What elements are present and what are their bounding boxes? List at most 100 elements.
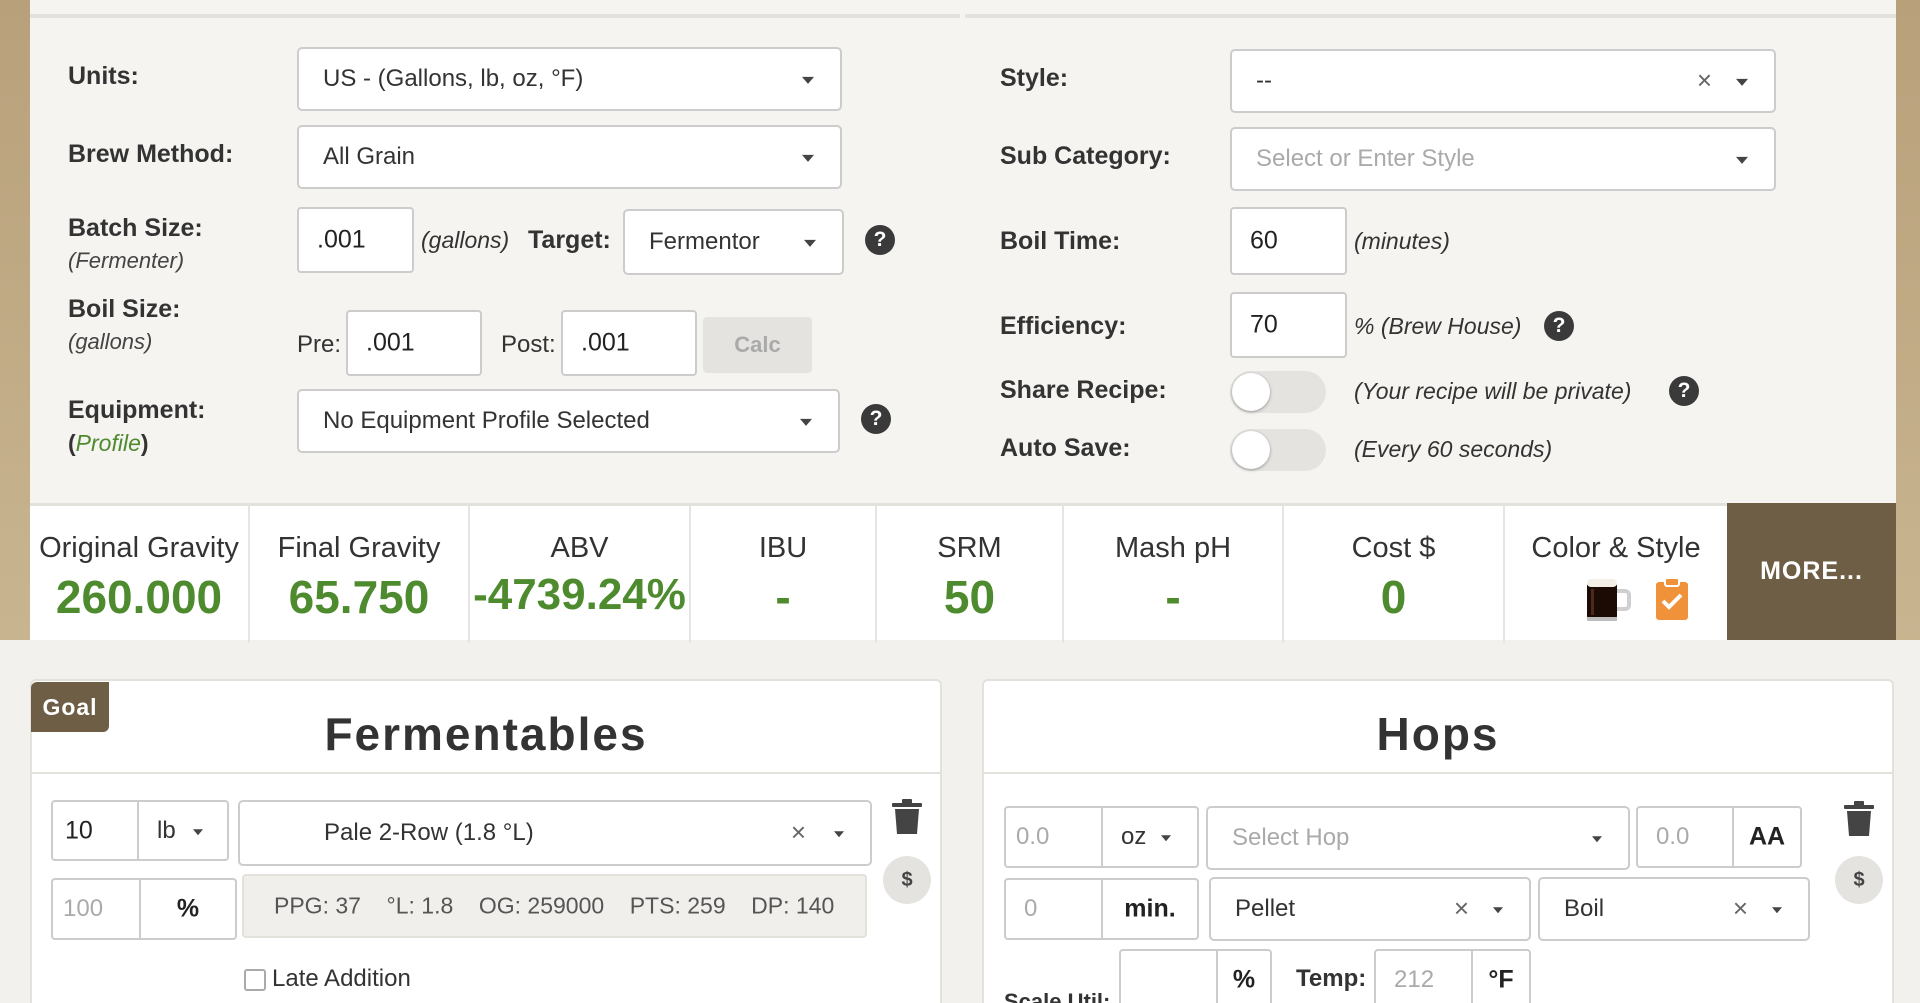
help-icon[interactable]: ?	[865, 225, 895, 255]
stat-color-style: Color & Style	[1505, 506, 1727, 643]
equipment-label: Equipment:	[68, 396, 206, 424]
goal-tag[interactable]: Goal	[31, 682, 109, 732]
stat-label: Color & Style	[1531, 532, 1701, 564]
fermentable-percent-input[interactable]: 100	[51, 878, 141, 940]
chevron-down-icon	[193, 828, 203, 835]
chevron-down-icon	[834, 831, 844, 838]
clear-icon[interactable]: ×	[1733, 893, 1748, 924]
scale-util-input[interactable]	[1119, 949, 1218, 1003]
units-label: Units:	[68, 62, 139, 90]
chevron-down-icon	[1736, 78, 1748, 86]
fermentable-percent-value: 100	[63, 895, 104, 922]
style-check-icon[interactable]	[1654, 576, 1690, 622]
hop-time-unit: min.	[1124, 894, 1176, 923]
hop-form-select[interactable]: Pellet ×	[1209, 877, 1531, 941]
style-select[interactable]: -- ×	[1230, 49, 1776, 113]
brew-method-select[interactable]: All Grain	[297, 125, 842, 189]
stat-key: DP:	[751, 892, 790, 919]
chevron-down-icon	[802, 76, 814, 84]
units-value: US - (Gallons, lb, oz, °F)	[323, 65, 584, 92]
brew-method-label: Brew Method:	[68, 140, 234, 168]
temp-input[interactable]: 212	[1374, 949, 1473, 1003]
stat-key: OG:	[478, 892, 522, 919]
stat-value: -	[775, 571, 791, 623]
hop-aa-addon: AA	[1732, 806, 1802, 868]
stat-label: Original Gravity	[39, 532, 239, 564]
units-select[interactable]: US - (Gallons, lb, oz, °F)	[297, 47, 842, 111]
hop-aa-input[interactable]: 0.0	[1636, 806, 1734, 868]
clear-icon[interactable]: ×	[791, 817, 806, 848]
fermentables-header: Fermentables	[32, 681, 940, 774]
fermentable-cost-button[interactable]: $	[883, 856, 931, 904]
style-label: Style:	[1000, 64, 1069, 92]
boil-pre-input[interactable]: .001	[346, 310, 482, 376]
stat-val: 1.8	[421, 892, 454, 919]
stat-val: 259	[687, 892, 726, 919]
hop-aa-label: AA	[1748, 822, 1786, 851]
more-button[interactable]: MORE...	[1727, 503, 1896, 640]
late-addition-checkbox[interactable]	[244, 969, 266, 991]
auto-save-toggle[interactable]	[1230, 429, 1326, 471]
efficiency-value: 70	[1250, 310, 1278, 339]
share-recipe-toggle[interactable]	[1230, 371, 1326, 413]
auto-save-note: (Every 60 seconds)	[1354, 436, 1553, 462]
stat-value: -4739.24%	[473, 570, 686, 619]
recipe-settings-panel: Units: US - (Gallons, lb, oz, °F) Brew M…	[30, 0, 1896, 503]
stat-value: 50	[943, 571, 996, 623]
help-icon[interactable]: ?	[861, 404, 891, 434]
temp-placeholder: 212	[1394, 966, 1435, 993]
trash-icon[interactable]	[1842, 800, 1876, 838]
fermentable-amount-value: 10	[65, 816, 93, 844]
fermentable-amount-input[interactable]: 10	[51, 800, 139, 861]
boil-time-label: Boil Time:	[1000, 227, 1121, 255]
boil-post-value: .001	[581, 328, 630, 357]
equipment-profile-link[interactable]: Profile	[76, 430, 141, 456]
paren-open: (	[68, 430, 76, 456]
target-value: Fermentor	[649, 228, 760, 255]
equipment-select[interactable]: No Equipment Profile Selected	[297, 389, 840, 453]
stat-label: Final Gravity	[277, 532, 441, 564]
stat-val: 140	[795, 892, 835, 919]
sub-category-select[interactable]: Select or Enter Style	[1230, 127, 1776, 191]
fermentable-unit-select[interactable]: lb	[137, 800, 229, 861]
stat-srm: SRM 50	[877, 506, 1064, 643]
stat-mash-ph: Mash pH -	[1064, 506, 1284, 643]
share-recipe-label: Share Recipe:	[1000, 376, 1167, 404]
equipment-value: No Equipment Profile Selected	[323, 407, 650, 434]
hop-form-value: Pellet	[1235, 895, 1296, 922]
hop-cost-button[interactable]: $	[1835, 856, 1883, 904]
stat-ibu: IBU -	[691, 506, 877, 643]
hop-unit-select[interactable]: oz	[1101, 806, 1199, 868]
recipe-stats-bar: Original Gravity 260.000 Final Gravity 6…	[30, 503, 1896, 643]
fermentable-grain-select[interactable]: Pale 2-Row (1.8 °L) ×	[238, 800, 872, 866]
help-icon[interactable]: ?	[1544, 311, 1574, 341]
clear-icon[interactable]: ×	[1454, 893, 1469, 924]
hop-use-select[interactable]: Boil ×	[1538, 877, 1810, 941]
efficiency-unit: % (Brew House)	[1354, 313, 1522, 339]
hop-time-input[interactable]: 0	[1004, 878, 1103, 940]
scale-percent-symbol: %	[1232, 965, 1256, 994]
help-icon[interactable]: ?	[1669, 376, 1699, 406]
beer-mug-icon[interactable]	[1581, 573, 1633, 625]
calc-button[interactable]: Calc	[703, 317, 812, 373]
hop-amount-placeholder: 0.0	[1016, 823, 1050, 850]
hop-time-addon: min.	[1101, 878, 1199, 940]
clear-icon[interactable]: ×	[1697, 65, 1712, 96]
hop-amount-input[interactable]: 0.0	[1004, 806, 1103, 868]
chevron-down-icon	[1592, 836, 1602, 843]
stat-label: Cost $	[1351, 532, 1436, 564]
toggle-knob	[1232, 431, 1270, 469]
stat-abv: ABV -4739.24%	[470, 506, 691, 643]
hop-variety-select[interactable]: Select Hop	[1206, 806, 1630, 870]
chevron-down-icon	[1772, 907, 1782, 914]
stat-label: IBU	[758, 532, 808, 564]
boil-post-input[interactable]: .001	[561, 310, 697, 376]
efficiency-input[interactable]: 70	[1230, 292, 1347, 358]
chevron-down-icon	[1493, 907, 1503, 914]
batch-size-input[interactable]: .001	[297, 207, 414, 273]
trash-icon[interactable]	[890, 798, 924, 836]
hop-unit-value: oz	[1121, 823, 1147, 850]
boil-time-input[interactable]: 60	[1230, 207, 1347, 275]
temp-addon: °F	[1471, 949, 1531, 1003]
target-select[interactable]: Fermentor	[623, 209, 844, 275]
